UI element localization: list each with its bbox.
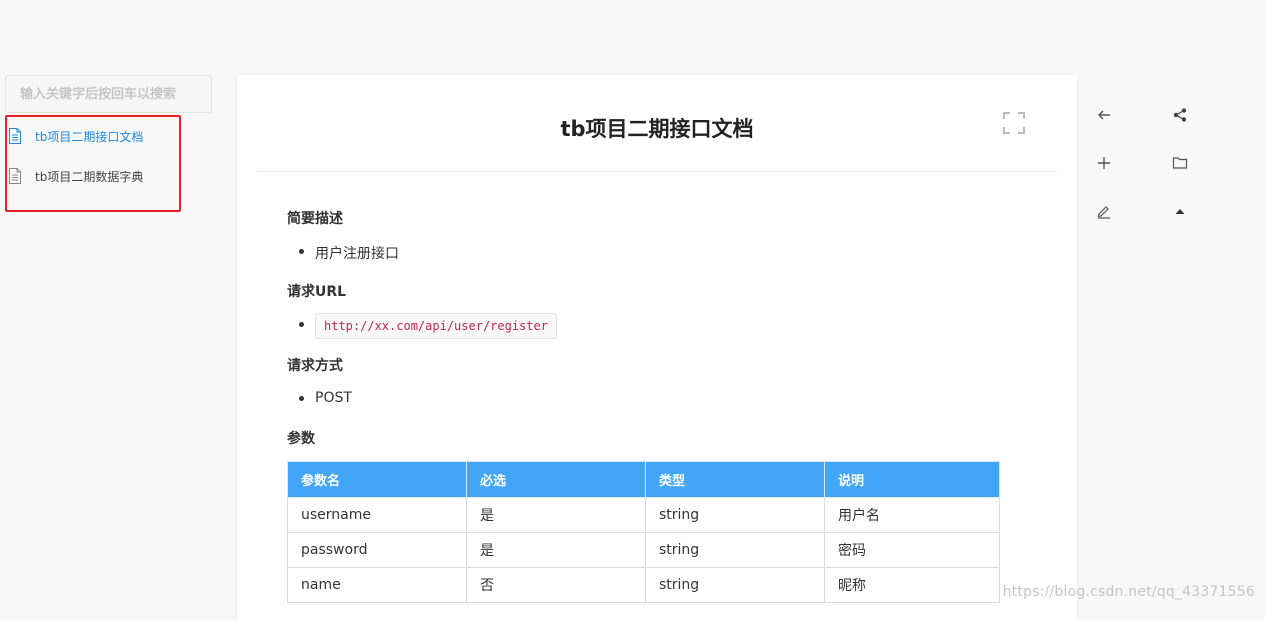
bullet	[299, 249, 304, 254]
scroll-top-icon	[1175, 209, 1185, 214]
sidebar-item-api-doc[interactable]: tb项目二期接口文档	[8, 125, 143, 147]
folder-button[interactable]	[1168, 151, 1192, 175]
table-row: name 否 string 昵称	[287, 567, 1000, 603]
share-button[interactable]	[1168, 103, 1192, 127]
sidebar-item-label: tb项目二期数据字典	[35, 169, 144, 184]
table-header-cell: 必选	[466, 461, 646, 498]
table-cell: password	[287, 532, 467, 568]
add-button[interactable]	[1092, 151, 1116, 175]
edit-icon	[1097, 206, 1110, 219]
sidebar-item-label: tb项目二期接口文档	[35, 129, 144, 144]
document-icon	[9, 168, 21, 184]
scroll-top-button[interactable]	[1168, 199, 1192, 223]
section-heading-method: 请求方式	[287, 358, 343, 374]
table-cell: 否	[466, 567, 646, 603]
table-cell: string	[645, 497, 825, 533]
section-heading-params: 参数	[287, 431, 315, 447]
params-table: 参数名 必选 类型 说明 username 是 string 用户名 passw…	[287, 461, 1000, 603]
table-cell: username	[287, 497, 467, 533]
fullscreen-icon[interactable]	[1003, 112, 1025, 134]
share-icon	[1173, 108, 1187, 122]
search-input[interactable]	[6, 76, 211, 112]
table-cell: 昵称	[824, 567, 1000, 603]
title-divider	[257, 171, 1057, 172]
folder-icon	[1172, 157, 1188, 169]
table-cell: 是	[466, 497, 646, 533]
table-header-cell: 说明	[824, 461, 1000, 498]
table-cell: name	[287, 567, 467, 603]
plus-icon	[1098, 157, 1110, 169]
document-icon	[9, 128, 21, 144]
bullet	[299, 322, 304, 327]
request-url-code: http://xx.com/api/user/register	[315, 313, 557, 339]
sidebar-item-data-dictionary[interactable]: tb项目二期数据字典	[8, 165, 143, 187]
table-row: username 是 string 用户名	[287, 497, 1000, 533]
watermark: https://blog.csdn.net/qq_43371556	[1002, 584, 1255, 600]
page-title: tb项目二期接口文档	[560, 117, 754, 141]
table-header-row: 参数名 必选 类型 说明	[287, 461, 1000, 498]
request-method-text: POST	[315, 390, 352, 406]
table-cell: string	[645, 567, 825, 603]
table-cell: 密码	[824, 532, 1000, 568]
bullet	[299, 396, 304, 401]
section-heading-summary: 简要描述	[287, 211, 343, 227]
summary-text: 用户注册接口	[315, 246, 399, 262]
search-box[interactable]	[5, 75, 212, 113]
table-cell: 用户名	[824, 497, 1000, 533]
document-panel: tb项目二期接口文档 简要描述 用户注册接口 请求URL http://xx.c…	[237, 75, 1077, 620]
section-heading-url: 请求URL	[287, 284, 347, 300]
table-cell: 是	[466, 532, 646, 568]
back-button[interactable]	[1092, 103, 1116, 127]
table-header-cell: 参数名	[287, 461, 467, 498]
edit-button[interactable]	[1092, 199, 1116, 223]
table-row: password 是 string 密码	[287, 532, 1000, 568]
back-arrow-icon	[1098, 110, 1110, 120]
table-header-cell: 类型	[645, 461, 825, 498]
table-cell: string	[645, 532, 825, 568]
